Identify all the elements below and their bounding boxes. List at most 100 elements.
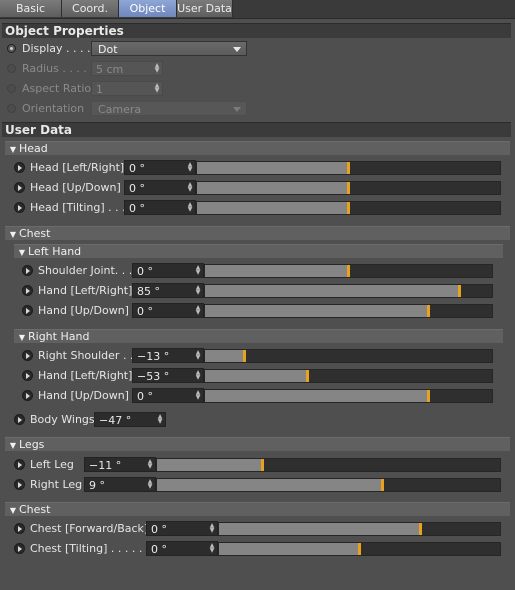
orientation-dropdown[interactable]: Camera	[91, 101, 247, 116]
group-chest-2[interactable]: ▼ Chest	[5, 502, 510, 516]
tab-user-data[interactable]: User Data	[177, 0, 233, 17]
group-legs[interactable]: ▼ Legs	[5, 437, 510, 451]
param-slider[interactable]	[156, 458, 501, 472]
body-wings-field[interactable]: −47 ° ▲ ▼	[94, 412, 166, 427]
param-slider[interactable]	[196, 201, 501, 215]
spinner-icon[interactable]: ▲ ▼	[187, 202, 193, 213]
param-slider[interactable]	[204, 369, 493, 383]
keyframe-icon[interactable]	[14, 202, 25, 213]
keyframe-icon[interactable]	[14, 162, 25, 173]
group-left-hand[interactable]: ▼ Left Hand	[14, 244, 503, 258]
value-field[interactable]: 0 ° ▲ ▼	[132, 388, 204, 403]
keyframe-icon[interactable]	[22, 285, 33, 296]
value-field[interactable]: 0 ° ▲ ▼	[146, 541, 218, 556]
value-field[interactable]: 0 ° ▲ ▼	[132, 263, 204, 278]
slider-handle[interactable]	[347, 162, 350, 174]
radius-field[interactable]: 5 cm ▲ ▼	[91, 61, 163, 76]
param-label: Left Leg	[30, 458, 74, 471]
value-field[interactable]: 0 ° ▲ ▼	[124, 160, 196, 175]
slider-handle[interactable]	[243, 350, 246, 362]
value-field[interactable]: −11 ° ▲ ▼	[84, 457, 156, 472]
tab-object[interactable]: Object	[119, 0, 177, 17]
spinner-icon[interactable]: ▲ ▼	[209, 543, 215, 554]
param-slider[interactable]	[204, 264, 493, 278]
radius-radio[interactable]	[7, 64, 16, 73]
spinner-icon[interactable]: ▲ ▼	[195, 305, 201, 316]
keyframe-icon[interactable]	[14, 523, 25, 534]
value-field[interactable]: −13 ° ▲ ▼	[132, 348, 204, 363]
param-value: 0 °	[129, 182, 145, 195]
param-slider[interactable]	[196, 161, 501, 175]
keyframe-icon[interactable]	[22, 370, 33, 381]
spinner-icon[interactable]: ▲ ▼	[209, 523, 215, 534]
slider-handle[interactable]	[381, 479, 384, 491]
value-field[interactable]: 0 ° ▲ ▼	[132, 303, 204, 318]
value-field[interactable]: 0 ° ▲ ▼	[124, 200, 196, 215]
slider-handle[interactable]	[358, 543, 361, 555]
param-slider[interactable]	[204, 284, 493, 298]
orientation-radio[interactable]	[7, 104, 16, 113]
keyframe-icon[interactable]	[22, 305, 33, 316]
slider-handle[interactable]	[419, 523, 422, 535]
param-slider[interactable]	[218, 522, 501, 536]
group-head[interactable]: ▼ Head	[5, 141, 510, 155]
keyframe-icon[interactable]	[14, 543, 25, 554]
slider-handle[interactable]	[306, 370, 309, 382]
display-radio[interactable]	[7, 44, 16, 53]
spinner-icon[interactable]: ▲ ▼	[187, 162, 193, 173]
value-field[interactable]: 0 ° ▲ ▼	[146, 521, 218, 536]
aspect-ratio-radio[interactable]	[7, 84, 16, 93]
param-slider[interactable]	[204, 349, 493, 363]
spinner-icon[interactable]: ▲ ▼	[195, 265, 201, 276]
spinner-icon[interactable]: ▲ ▼	[195, 285, 201, 296]
head-tilting-row: Head [Tilting] . . . 0 ° ▲ ▼	[0, 199, 515, 217]
param-slider[interactable]	[204, 304, 493, 318]
param-slider[interactable]	[218, 542, 501, 556]
value-field[interactable]: 0 ° ▲ ▼	[124, 180, 196, 195]
param-value: −13 °	[137, 350, 170, 363]
slider-handle[interactable]	[427, 305, 430, 317]
spinner-icon[interactable]: ▲ ▼	[195, 350, 201, 361]
expand-triangle-icon: ▼	[9, 230, 17, 239]
keyframe-icon[interactable]	[14, 479, 25, 490]
tab-coord[interactable]: Coord.	[62, 0, 119, 17]
keyframe-icon[interactable]	[22, 350, 33, 361]
display-dropdown[interactable]: Dot	[91, 41, 247, 56]
spinner-icon[interactable]: ▲ ▼	[147, 479, 153, 490]
value-field[interactable]: −53 ° ▲ ▼	[132, 368, 204, 383]
aspect-ratio-field[interactable]: 1 ▲ ▼	[91, 81, 163, 96]
slider-handle[interactable]	[261, 459, 264, 471]
radius-label: Radius . . . . .	[22, 62, 94, 75]
orientation-value: Camera	[98, 103, 142, 116]
spinner-icon[interactable]: ▲ ▼	[195, 370, 201, 381]
param-slider[interactable]	[156, 478, 501, 492]
group-chest-title: Chest	[19, 227, 51, 240]
keyframe-icon[interactable]	[22, 390, 33, 401]
keyframe-icon[interactable]	[14, 182, 25, 193]
value-field[interactable]: 9 ° ▲ ▼	[84, 477, 156, 492]
keyframe-icon[interactable]	[22, 265, 33, 276]
group-chest[interactable]: ▼ Chest	[5, 226, 510, 240]
keyframe-icon[interactable]	[14, 414, 25, 425]
slider-handle[interactable]	[347, 265, 350, 277]
slider-handle[interactable]	[347, 202, 350, 214]
spinner-icon[interactable]: ▲ ▼	[154, 83, 160, 94]
display-value: Dot	[98, 43, 118, 56]
spinner-icon[interactable]: ▲ ▼	[187, 182, 193, 193]
param-label: Hand [Up/Down]	[38, 304, 129, 317]
slider-handle[interactable]	[347, 182, 350, 194]
group-right-hand[interactable]: ▼ Right Hand	[14, 329, 503, 343]
tab-basic[interactable]: Basic	[0, 0, 62, 17]
spinner-icon[interactable]: ▲ ▼	[147, 459, 153, 470]
value-field[interactable]: 85 ° ▲ ▼	[132, 283, 204, 298]
param-slider[interactable]	[204, 389, 493, 403]
spinner-icon[interactable]: ▲ ▼	[157, 414, 163, 425]
spinner-icon[interactable]: ▲ ▼	[154, 63, 160, 74]
slider-handle[interactable]	[427, 390, 430, 402]
param-slider[interactable]	[196, 181, 501, 195]
keyframe-icon[interactable]	[14, 459, 25, 470]
spinner-icon[interactable]: ▲ ▼	[195, 390, 201, 401]
slider-handle[interactable]	[458, 285, 461, 297]
param-label: Right Leg	[30, 478, 83, 491]
aspect-ratio-label: Aspect Ratio	[22, 82, 92, 95]
